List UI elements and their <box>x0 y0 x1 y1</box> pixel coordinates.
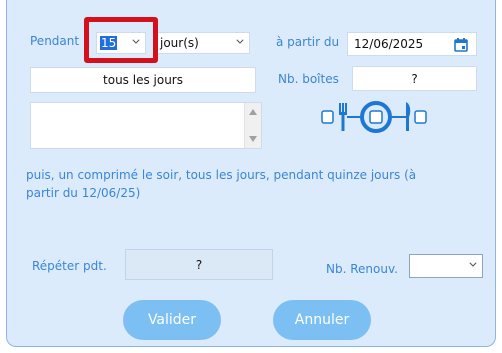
validate-button[interactable]: Valider <box>123 300 221 340</box>
duration-highlight-box <box>84 17 158 63</box>
noon-checkbox <box>369 110 383 124</box>
scroll-down-icon[interactable] <box>249 136 257 142</box>
start-date-label: à partir du <box>276 35 340 49</box>
unit-value: jour(s) <box>160 36 199 50</box>
chevron-down-icon <box>236 39 244 44</box>
evening-checkbox <box>414 110 427 124</box>
repeat-value: ? <box>195 257 203 272</box>
knife-icon <box>406 102 411 131</box>
repeat-label: Répéter pdt. <box>32 259 107 273</box>
calendar-icon[interactable] <box>454 38 468 52</box>
notes-scrollbar[interactable] <box>244 103 261 148</box>
cancel-button[interactable]: Annuler <box>273 300 371 340</box>
morning-checkbox <box>321 110 334 124</box>
chevron-down-icon <box>469 262 477 267</box>
start-date-value: 12/06/2025 <box>354 37 424 51</box>
frequency-field[interactable]: tous les jours <box>30 67 256 93</box>
boxes-value: ? <box>411 71 418 86</box>
renew-label: Nb. Renouv. <box>326 262 398 276</box>
repeat-field[interactable]: ? <box>125 249 273 280</box>
notes-textarea[interactable] <box>30 102 262 149</box>
scroll-up-icon[interactable] <box>249 109 257 115</box>
frequency-value: tous les jours <box>103 73 183 87</box>
renew-select[interactable] <box>409 254 483 278</box>
fork-icon <box>339 103 347 131</box>
posology-panel: Pendant 15 jour(s) à partir du 12/06/202… <box>6 0 496 347</box>
unit-select[interactable]: jour(s) <box>153 32 250 54</box>
boxes-field[interactable]: ? <box>352 66 477 91</box>
pendant-label: Pendant <box>30 34 80 48</box>
boxes-label: Nb. boîtes <box>278 72 339 86</box>
meal-times-widget[interactable] <box>321 101 433 133</box>
start-date-field[interactable]: 12/06/2025 <box>347 32 477 56</box>
posology-summary: puis, un comprimé le soir, tous les jour… <box>26 168 417 200</box>
